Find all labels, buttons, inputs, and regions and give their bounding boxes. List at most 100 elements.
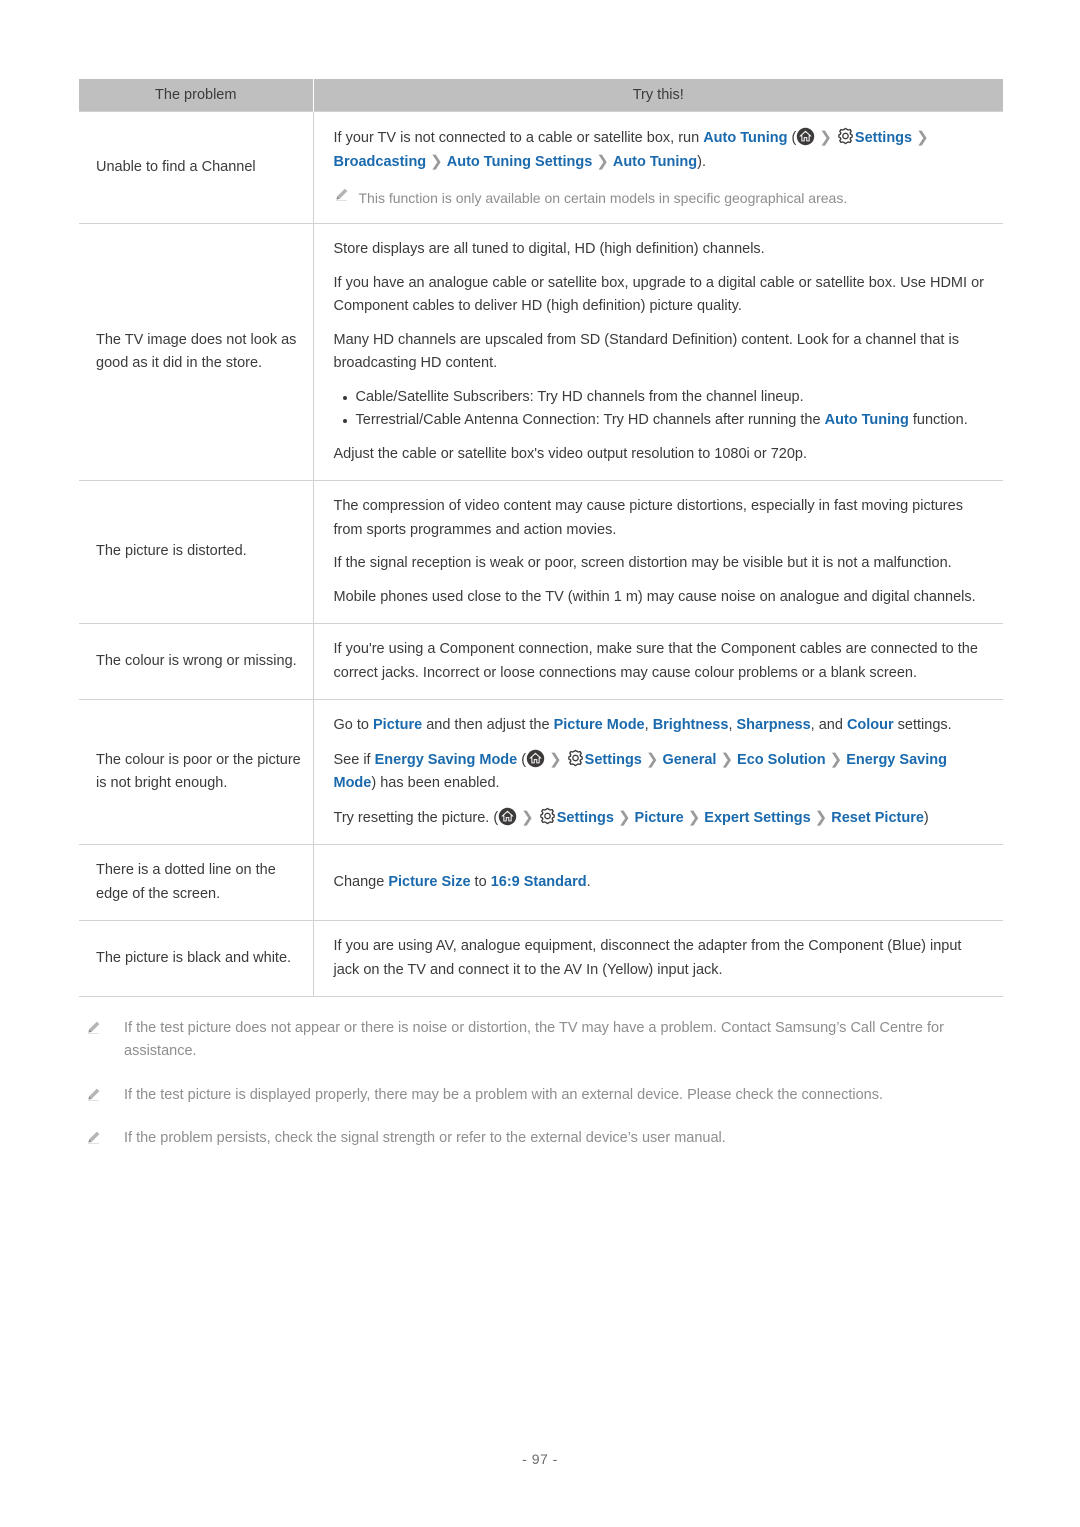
text-fragment: ) has been enabled.: [371, 775, 500, 792]
solution-cell: Change Picture Size to 16:9 Standard.: [313, 844, 1003, 922]
chevron-right-separator: ❯: [829, 750, 843, 768]
page-number: - 97 -: [522, 1451, 558, 1467]
link-auto-tuning[interactable]: Auto Tuning: [703, 130, 787, 146]
link-expert-settings[interactable]: Expert Settings: [704, 810, 810, 826]
text-fragment: , and: [810, 717, 847, 734]
problem-cell: The picture is black and white.: [79, 920, 314, 998]
note-text: If the test picture does not appear or t…: [124, 1020, 944, 1060]
chevron-right-separator: ❯: [916, 129, 929, 146]
solution-paragraph: Many HD channels are upscaled from SD (S…: [333, 331, 959, 372]
text-fragment: .: [586, 873, 591, 890]
column-header-trythis: Try this!: [313, 79, 1003, 112]
link-auto-tuning[interactable]: Auto Tuning: [825, 412, 909, 428]
link-picture-mode[interactable]: Picture Mode: [554, 717, 645, 733]
list-item: Terrestrial/Cable Antenna Connection: Tr…: [342, 409, 990, 432]
solution-paragraph: If you are using AV, analogue equipment,…: [333, 938, 962, 978]
column-header-problem: The problem: [79, 79, 314, 112]
list-item: Cable/Satellite Subscribers: Try HD chan…: [342, 386, 990, 409]
pencil-note-icon: [86, 1017, 110, 1035]
note-item: If the test picture does not appear or t…: [86, 1017, 1016, 1064]
table-row: Unable to find a Channel If your TV is n…: [79, 110, 1003, 225]
solution-paragraph: Go to Picture and then adjust the Pictur…: [334, 714, 990, 737]
solution-cell: If you're using a Component connection, …: [313, 623, 1003, 701]
chevron-right-separator: ❯: [549, 750, 562, 768]
link-settings[interactable]: Settings: [557, 810, 614, 826]
chevron-right-separator: ❯: [430, 153, 443, 171]
table-header-row: The problem Try this!: [79, 79, 1003, 112]
link-picture[interactable]: Picture: [635, 810, 684, 826]
chevron-right-separator: ❯: [819, 129, 832, 146]
solution-cell: The compression of video content may cau…: [313, 480, 1003, 625]
table-row: The picture is distorted. The compressio…: [79, 480, 1003, 625]
text-fragment: Change: [333, 873, 389, 890]
text-fragment: Go to: [333, 717, 373, 734]
text-fragment: Try resetting the picture. (: [333, 809, 499, 826]
inline-note: This function is only available on certa…: [334, 187, 990, 209]
chevron-right-separator: ❯: [521, 808, 534, 826]
text-fragment: to: [470, 873, 491, 890]
troubleshooting-table: The problem Try this! Unable to find a C…: [79, 79, 1003, 998]
solution-paragraph: Change Picture Size to 16:9 Standard.: [334, 871, 990, 894]
link-colour[interactable]: Colour: [847, 717, 894, 733]
solution-paragraph: If the signal reception is weak or poor,…: [333, 555, 952, 572]
text-fragment: ).: [697, 154, 706, 171]
gear-icon: [836, 127, 855, 146]
home-icon: [526, 749, 545, 768]
note-text: If the problem persists, check the signa…: [124, 1130, 726, 1147]
link-brightness[interactable]: Brightness: [653, 717, 729, 733]
solution-cell: If you are using AV, analogue equipment,…: [313, 920, 1003, 998]
solution-paragraph: If your TV is not connected to a cable o…: [334, 126, 990, 175]
chevron-right-separator: ❯: [814, 808, 828, 826]
link-reset-picture[interactable]: Reset Picture: [831, 810, 924, 826]
text-fragment: ,: [644, 717, 653, 734]
text-fragment: See if: [333, 751, 375, 768]
solution-paragraph: If you're using a Component connection, …: [333, 641, 978, 681]
chevron-right-separator: ❯: [617, 808, 631, 826]
solution-paragraph: Try resetting the picture. (❯ Settings ❯ Pi…: [334, 806, 990, 830]
link-broadcasting[interactable]: Broadcasting: [334, 154, 427, 170]
link-settings[interactable]: Settings: [585, 752, 642, 768]
table-row: There is a dotted line on the edge of th…: [79, 844, 1003, 922]
link-general[interactable]: General: [662, 752, 716, 768]
text-fragment: ,: [728, 717, 737, 734]
chevron-right-separator: ❯: [645, 750, 659, 768]
note-item: If the test picture is displayed properl…: [86, 1084, 1016, 1107]
pencil-note-icon: [86, 1127, 110, 1145]
link-eco-solution[interactable]: Eco Solution: [737, 752, 826, 768]
solution-cell: Store displays are all tuned to digital,…: [313, 223, 1003, 482]
pencil-note-icon: [86, 1084, 110, 1102]
link-energy-saving-mode[interactable]: Energy Saving Mode: [375, 752, 518, 768]
text-fragment: ): [923, 809, 929, 826]
solution-paragraph: Adjust the cable or satellite box's vide…: [333, 445, 808, 462]
solution-paragraph: See if Energy Saving Mode (❯ Settings ❯ Gen…: [334, 748, 990, 796]
gear-icon: [538, 807, 557, 826]
pencil-note-icon: [334, 187, 349, 202]
note-text: If the test picture is displayed properl…: [124, 1086, 883, 1103]
solution-paragraph: Mobile phones used close to the TV (with…: [333, 588, 976, 605]
link-auto-tuning-2[interactable]: Auto Tuning: [613, 154, 697, 170]
chevron-right-separator: ❯: [687, 808, 701, 826]
link-auto-tuning-settings[interactable]: Auto Tuning Settings: [447, 154, 593, 170]
problem-cell: Unable to find a Channel: [79, 110, 314, 225]
table-row: The picture is black and white. If you a…: [79, 920, 1003, 998]
problem-cell: The colour is wrong or missing.: [79, 623, 314, 701]
link-sharpness[interactable]: Sharpness: [737, 717, 811, 733]
solution-paragraph: The compression of video content may cau…: [333, 498, 963, 538]
chevron-right-separator: ❯: [596, 153, 609, 171]
problem-cell: The colour is poor or the picture is not…: [79, 699, 314, 846]
inline-note-text: This function is only available on certa…: [358, 189, 848, 206]
link-settings[interactable]: Settings: [855, 130, 912, 146]
problem-cell: The TV image does not look as good as it…: [79, 223, 314, 482]
problem-cell: There is a dotted line on the edge of th…: [79, 844, 314, 922]
text-fragment: function.: [908, 412, 968, 429]
link-picture-size[interactable]: Picture Size: [388, 874, 470, 890]
manual-page: The problem Try this! Unable to find a C…: [0, 0, 1080, 1527]
link-picture[interactable]: Picture: [373, 717, 422, 733]
home-icon: [796, 127, 815, 146]
solution-cell: If your TV is not connected to a cable o…: [313, 110, 1003, 225]
table-row: The colour is poor or the picture is not…: [79, 699, 1003, 846]
text-fragment: settings.: [893, 717, 952, 734]
text-fragment: Terrestrial/Cable Antenna Connection: Tr…: [355, 412, 825, 429]
link-169-standard[interactable]: 16:9 Standard: [491, 874, 587, 890]
gear-icon: [566, 749, 585, 768]
